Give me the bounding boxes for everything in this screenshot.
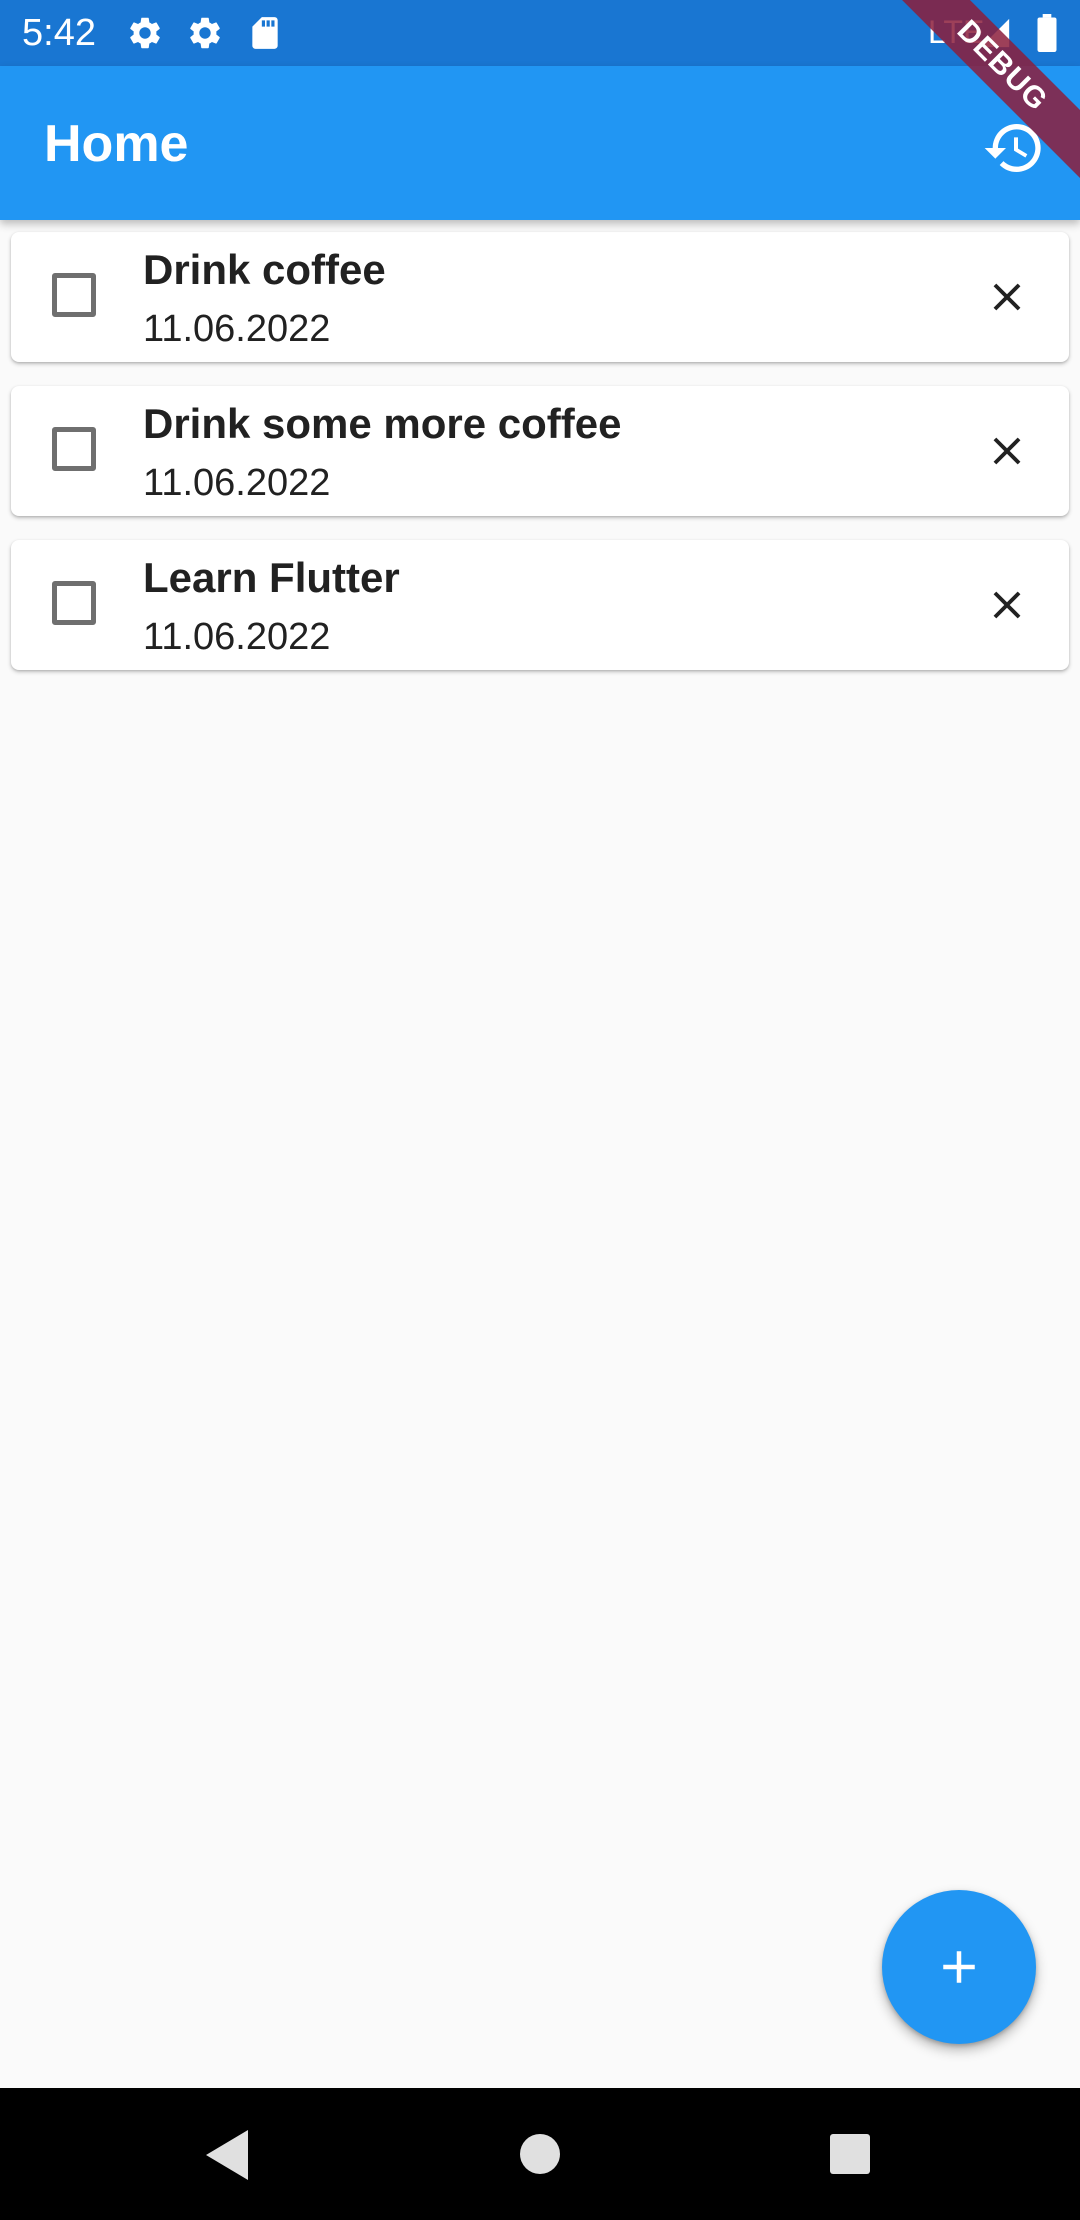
- close-icon: [984, 582, 1030, 628]
- todo-date: 11.06.2022: [143, 462, 331, 504]
- sd-card-icon: [246, 14, 284, 52]
- battery-icon: [1036, 14, 1058, 53]
- back-icon[interactable]: [202, 2128, 252, 2182]
- todo-title: Learn Flutter: [143, 554, 400, 601]
- plus-icon: [932, 1940, 986, 1994]
- todo-date: 11.06.2022: [143, 308, 331, 350]
- screen: 5:42 LTE Home DEBUG: [0, 0, 1080, 2220]
- delete-button[interactable]: [977, 267, 1037, 327]
- todo-item[interactable]: Drink coffee 11.06.2022: [11, 232, 1069, 362]
- todo-checkbox[interactable]: [52, 427, 96, 471]
- page-title: Home: [44, 115, 189, 173]
- system-nav-bar: [0, 2088, 1080, 2220]
- status-notification-icons: [126, 14, 284, 52]
- todo-item[interactable]: Drink some more coffee 11.06.2022: [11, 386, 1069, 516]
- delete-button[interactable]: [977, 575, 1037, 635]
- todo-date: 11.06.2022: [143, 616, 331, 658]
- status-time: 5:42: [22, 12, 96, 54]
- todo-title: Drink some more coffee: [143, 400, 622, 447]
- gear-icon: [126, 14, 164, 52]
- add-todo-button[interactable]: [882, 1890, 1036, 2044]
- todo-checkbox[interactable]: [52, 581, 96, 625]
- delete-button[interactable]: [977, 421, 1037, 481]
- recents-icon[interactable]: [828, 2132, 872, 2176]
- todo-checkbox[interactable]: [52, 273, 96, 317]
- todo-item[interactable]: Learn Flutter 11.06.2022: [11, 540, 1069, 670]
- close-icon: [984, 274, 1030, 320]
- app-bar: Home: [0, 66, 1080, 220]
- home-icon[interactable]: [518, 2132, 562, 2176]
- todo-list: Drink coffee 11.06.2022 Drink some more …: [11, 232, 1069, 694]
- close-icon: [984, 428, 1030, 474]
- todo-title: Drink coffee: [143, 246, 386, 293]
- gear-icon: [186, 14, 224, 52]
